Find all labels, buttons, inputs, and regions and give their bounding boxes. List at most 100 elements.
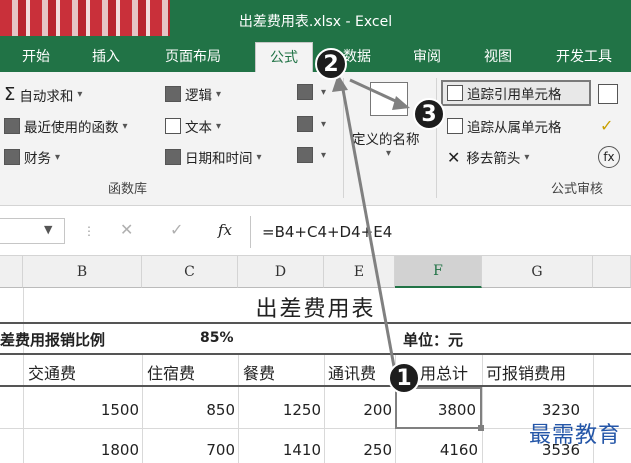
column-header-b[interactable]: B <box>23 256 142 288</box>
tab-page-layout[interactable]: 页面布局 <box>165 46 221 66</box>
trace-precedents-button[interactable]: 追踪引用单元格 <box>441 80 591 106</box>
chevron-down-icon: ▾ <box>122 120 128 132</box>
cell-b5[interactable]: 1800 <box>23 441 139 459</box>
theta-icon <box>297 116 313 132</box>
datetime-label: 日期和时间 <box>185 151 253 167</box>
formula-input[interactable]: =B4+C4+D4+E4 <box>262 223 392 241</box>
defined-names-label: 定义的名称 <box>352 132 420 148</box>
tab-review[interactable]: 审阅 <box>413 46 441 66</box>
trace-precedents-icon <box>447 85 463 101</box>
more-functions-icon <box>297 147 313 163</box>
header-lodging[interactable]: 住宿费 <box>147 360 195 384</box>
autosum-label: 自动求和 <box>19 88 74 105</box>
tab-formulas[interactable]: 公式 <box>255 42 313 72</box>
chevron-down-icon: ▾ <box>55 151 61 163</box>
chevron-down-icon: ▾ <box>386 148 392 159</box>
sigma-icon: Σ <box>4 84 16 105</box>
cell-e4[interactable]: 200 <box>324 401 392 419</box>
logical-label: 逻辑 <box>185 88 212 104</box>
fill-handle[interactable] <box>478 425 484 431</box>
text-icon <box>165 118 181 134</box>
more-functions-button[interactable]: ▾ <box>297 147 326 163</box>
watermark-text: 最需教育 <box>528 423 621 448</box>
function-library-label: 函数库 <box>108 182 148 197</box>
tab-view[interactable]: 视图 <box>484 46 512 66</box>
error-checking-icon[interactable]: ✓ <box>600 116 613 135</box>
text-label: 文本 <box>185 120 212 136</box>
tab-developer[interactable]: 开发工具 <box>556 46 612 66</box>
cell-e5[interactable]: 250 <box>324 441 392 459</box>
title-bar: 出差费用表.xlsx - Excel <box>0 0 631 40</box>
lookup-icon <box>297 84 313 100</box>
datetime-button[interactable]: 日期和时间 ▾ <box>165 147 262 167</box>
step-2-badge: 2 <box>315 48 347 80</box>
cell-f5[interactable]: 4160 <box>395 441 478 459</box>
header-meals[interactable]: 餐费 <box>243 360 275 384</box>
cancel-icon[interactable]: ✕ <box>120 220 133 239</box>
column-header-g[interactable]: G <box>482 256 593 288</box>
cell-c5[interactable]: 700 <box>142 441 235 459</box>
logical-icon <box>165 86 181 102</box>
trace-dependents-button[interactable]: 追踪从属单元格 <box>447 116 562 136</box>
header-transport[interactable]: 交通费 <box>28 360 76 384</box>
recent-functions-button[interactable]: 最近使用的函数 ▾ <box>4 116 128 136</box>
ratio-label[interactable]: 差费用报销比例 <box>0 329 105 350</box>
insert-function-icon[interactable]: fx <box>218 221 232 239</box>
ratio-value[interactable]: 85% <box>200 330 234 346</box>
text-button[interactable]: 文本 ▾ <box>165 116 221 136</box>
tab-insert[interactable]: 插入 <box>92 46 120 66</box>
row-header-corner <box>0 256 23 288</box>
column-header-h[interactable] <box>593 256 631 288</box>
column-header-f[interactable]: F <box>395 256 482 288</box>
column-header-e[interactable]: E <box>324 256 395 288</box>
evaluate-formula-icon[interactable]: fx <box>598 146 620 168</box>
remove-arrows-icon: ✕ <box>447 147 461 167</box>
chevron-down-icon: ▾ <box>321 86 327 98</box>
column-header-d[interactable]: D <box>238 256 324 288</box>
logical-button[interactable]: 逻辑 ▾ <box>165 84 221 104</box>
tab-home[interactable]: 开始 <box>22 46 50 66</box>
header-border <box>0 353 631 355</box>
formula-bar-divider <box>250 216 251 248</box>
header-border <box>0 385 631 387</box>
formula-auditing-label: 公式审核 <box>551 182 604 197</box>
remove-arrows-button[interactable]: ✕ 移去箭头 ▾ <box>447 147 530 168</box>
column-header-c[interactable]: C <box>142 256 238 288</box>
remove-arrows-label: 移去箭头 <box>466 151 521 167</box>
lookup-button[interactable]: ▾ <box>297 84 326 100</box>
ribbon-formulas: Σ 自动求和 ▾ 最近使用的函数 ▾ 财务 ▾ 逻辑 ▾ 文本 ▾ 日期和时间 … <box>0 72 631 206</box>
name-box[interactable]: ▼ <box>0 218 65 244</box>
financial-button[interactable]: 财务 ▾ <box>4 147 60 167</box>
chevron-down-icon: ▾ <box>216 120 222 132</box>
tab-data[interactable]: 数据 <box>343 46 371 66</box>
header-communication[interactable]: 通讯费 <box>328 360 376 384</box>
chevron-down-icon: ▾ <box>216 88 222 100</box>
trace-dependents-icon <box>447 118 463 134</box>
trace-dependents-label: 追踪从属单元格 <box>467 120 562 136</box>
step-3-badge: 3 <box>413 98 445 130</box>
cell-d5[interactable]: 1410 <box>238 441 321 459</box>
show-formulas-icon[interactable] <box>598 84 618 104</box>
cell-f4-value: 3800 <box>437 401 476 419</box>
cell-b4[interactable]: 1500 <box>23 401 139 419</box>
enter-icon[interactable]: ✓ <box>170 220 183 239</box>
name-manager-icon <box>370 82 408 116</box>
header-reimbursable[interactable]: 可报销费用 <box>486 360 566 384</box>
chevron-down-icon: ▾ <box>77 89 83 100</box>
autosum-button[interactable]: Σ 自动求和 ▾ <box>4 84 82 105</box>
group-divider <box>343 78 344 198</box>
clock-icon <box>165 149 181 165</box>
unit-label[interactable]: 单位：元 <box>403 329 463 350</box>
math-button[interactable]: ▾ <box>297 116 326 132</box>
sheet-title[interactable]: 出差费用表 <box>0 291 631 323</box>
cell-d4[interactable]: 1250 <box>238 401 321 419</box>
chevron-down-icon: ▾ <box>256 151 262 163</box>
cell-c4[interactable]: 850 <box>142 401 235 419</box>
header-total[interactable]: 用总计 <box>420 360 468 384</box>
recent-label: 最近使用的函数 <box>24 120 119 136</box>
star-book-icon <box>4 118 20 134</box>
chevron-down-icon: ▼ <box>44 223 53 236</box>
chevron-down-icon: ▾ <box>321 118 327 130</box>
chevron-down-icon: ▾ <box>524 151 530 163</box>
window-title: 出差费用表.xlsx - Excel <box>238 14 393 30</box>
